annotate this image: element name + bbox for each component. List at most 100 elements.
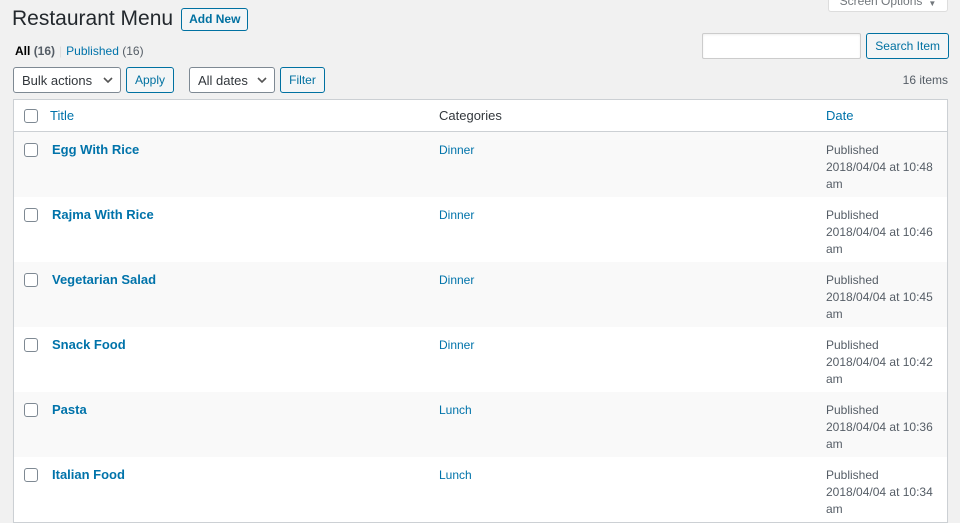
table-row: Rajma With Rice Dinner Published 2018/04/… <box>14 197 947 262</box>
table-row: Italian Food Lunch Published 2018/04/04 a… <box>14 457 947 522</box>
row-category-cell: Dinner <box>439 197 826 222</box>
row-category-link[interactable]: Dinner <box>439 338 474 352</box>
view-published-label: Published <box>66 44 119 58</box>
column-categories: Categories <box>439 108 502 123</box>
row-checkbox[interactable] <box>24 143 38 157</box>
row-title-link[interactable]: Vegetarian Salad <box>52 272 156 287</box>
row-date-cell: Published 2018/04/04 at 10:48 am <box>826 132 947 193</box>
row-title-cell: Vegetarian Salad <box>50 262 439 287</box>
row-check-cell <box>14 457 50 482</box>
row-status: Published <box>826 338 879 352</box>
bulk-actions-select[interactable]: Bulk actions <box>13 67 121 93</box>
row-category-cell: Lunch <box>439 392 826 417</box>
row-status: Published <box>826 273 879 287</box>
row-title-cell: Rajma With Rice <box>50 197 439 222</box>
row-title-link[interactable]: Italian Food <box>52 467 125 482</box>
table-row: Snack Food Dinner Published 2018/04/04 at… <box>14 327 947 392</box>
page-title: Restaurant Menu <box>12 6 174 30</box>
row-check-cell <box>14 392 50 417</box>
column-title: Title <box>50 108 439 123</box>
row-check-cell <box>14 132 50 157</box>
dates-filter-value: All dates <box>198 72 248 88</box>
row-date-cell: Published 2018/04/04 at 10:42 am <box>826 327 947 388</box>
view-published-link[interactable]: Published (16) <box>66 44 143 58</box>
row-title-link[interactable]: Pasta <box>52 402 87 417</box>
view-published-count: (16) <box>122 44 144 58</box>
row-date-cell: Published 2018/04/04 at 10:45 am <box>826 262 947 323</box>
row-checkbox[interactable] <box>24 208 38 222</box>
row-checkbox[interactable] <box>24 338 38 352</box>
row-status: Published <box>826 403 879 417</box>
row-title-link[interactable]: Egg With Rice <box>52 142 139 157</box>
row-title-link[interactable]: Snack Food <box>52 337 126 352</box>
row-title-link[interactable]: Rajma With Rice <box>52 207 154 222</box>
view-separator: | <box>59 44 63 58</box>
table-row: Vegetarian Salad Dinner Published 2018/04… <box>14 262 947 327</box>
add-new-button[interactable]: Add New <box>181 8 249 31</box>
screen-options-label: Screen Options <box>839 0 923 8</box>
bulk-actions-value: Bulk actions <box>22 72 93 88</box>
row-ampm: am <box>826 502 843 516</box>
row-category-cell: Dinner <box>439 327 826 352</box>
row-category-cell: Dinner <box>439 262 826 287</box>
row-date: 2018/04/04 at 10:34 <box>826 485 933 499</box>
sort-by-date-link[interactable]: Date <box>826 108 853 123</box>
row-category-link[interactable]: Dinner <box>439 273 474 287</box>
tablenav-top: Bulk actions Apply All dates Filter <box>13 67 325 93</box>
row-ampm: am <box>826 437 843 451</box>
row-date: 2018/04/04 at 10:48 <box>826 160 933 174</box>
row-category-link[interactable]: Lunch <box>439 403 472 417</box>
apply-button[interactable]: Apply <box>126 67 174 93</box>
view-all-count: (16) <box>33 44 56 58</box>
row-category-cell: Dinner <box>439 132 826 157</box>
row-checkbox[interactable] <box>24 468 38 482</box>
row-status: Published <box>826 143 879 157</box>
table-row: Egg With Rice Dinner Published 2018/04/04… <box>14 132 947 197</box>
page-header: Restaurant Menu Add New <box>12 6 249 31</box>
table-header: Title Categories Date <box>14 100 947 132</box>
screen-options-button[interactable]: Screen Options ▼ <box>828 0 948 12</box>
search-input[interactable] <box>702 33 862 59</box>
sort-by-title-link[interactable]: Title <box>50 108 74 123</box>
row-category-link[interactable]: Dinner <box>439 208 474 222</box>
row-date: 2018/04/04 at 10:45 <box>826 290 933 304</box>
row-date-cell: Published 2018/04/04 at 10:34 am <box>826 457 947 518</box>
row-ampm: am <box>826 307 843 321</box>
items-count: 16 items <box>902 73 948 87</box>
row-checkbox[interactable] <box>24 403 38 417</box>
row-check-cell <box>14 327 50 352</box>
row-category-link[interactable]: Dinner <box>439 143 474 157</box>
row-date: 2018/04/04 at 10:42 <box>826 355 933 369</box>
row-checkbox[interactable] <box>24 273 38 287</box>
search-box: Search Item <box>702 33 949 59</box>
column-date: Date <box>826 108 947 123</box>
row-title-cell: Pasta <box>50 392 439 417</box>
select-all-cell <box>14 108 50 123</box>
row-title-cell: Egg With Rice <box>50 132 439 157</box>
row-check-cell <box>14 262 50 287</box>
row-date: 2018/04/04 at 10:46 <box>826 225 933 239</box>
chevron-down-icon <box>103 77 113 84</box>
dates-filter-select[interactable]: All dates <box>189 67 275 93</box>
filter-button[interactable]: Filter <box>280 67 325 93</box>
view-all-link[interactable]: All (16) <box>15 44 55 58</box>
select-all-checkbox[interactable] <box>24 108 38 123</box>
row-category-link[interactable]: Lunch <box>439 468 472 482</box>
chevron-down-icon <box>257 77 267 84</box>
row-ampm: am <box>826 242 843 256</box>
row-ampm: am <box>826 177 843 191</box>
caret-down-icon: ▼ <box>928 0 937 8</box>
row-status: Published <box>826 468 879 482</box>
row-status: Published <box>826 208 879 222</box>
status-views: All (16) | Published (16) <box>15 44 144 58</box>
row-check-cell <box>14 197 50 222</box>
row-category-cell: Lunch <box>439 457 826 482</box>
view-all-label: All <box>15 44 31 58</box>
row-date-cell: Published 2018/04/04 at 10:46 am <box>826 197 947 258</box>
row-date-cell: Published 2018/04/04 at 10:36 am <box>826 392 947 453</box>
table-row: Pasta Lunch Published 2018/04/04 at 10:36… <box>14 392 947 457</box>
row-title-cell: Snack Food <box>50 327 439 352</box>
posts-table: Title Categories Date Egg With Rice Dinn… <box>13 99 948 523</box>
row-date: 2018/04/04 at 10:36 <box>826 420 933 434</box>
search-button[interactable]: Search Item <box>866 33 949 59</box>
